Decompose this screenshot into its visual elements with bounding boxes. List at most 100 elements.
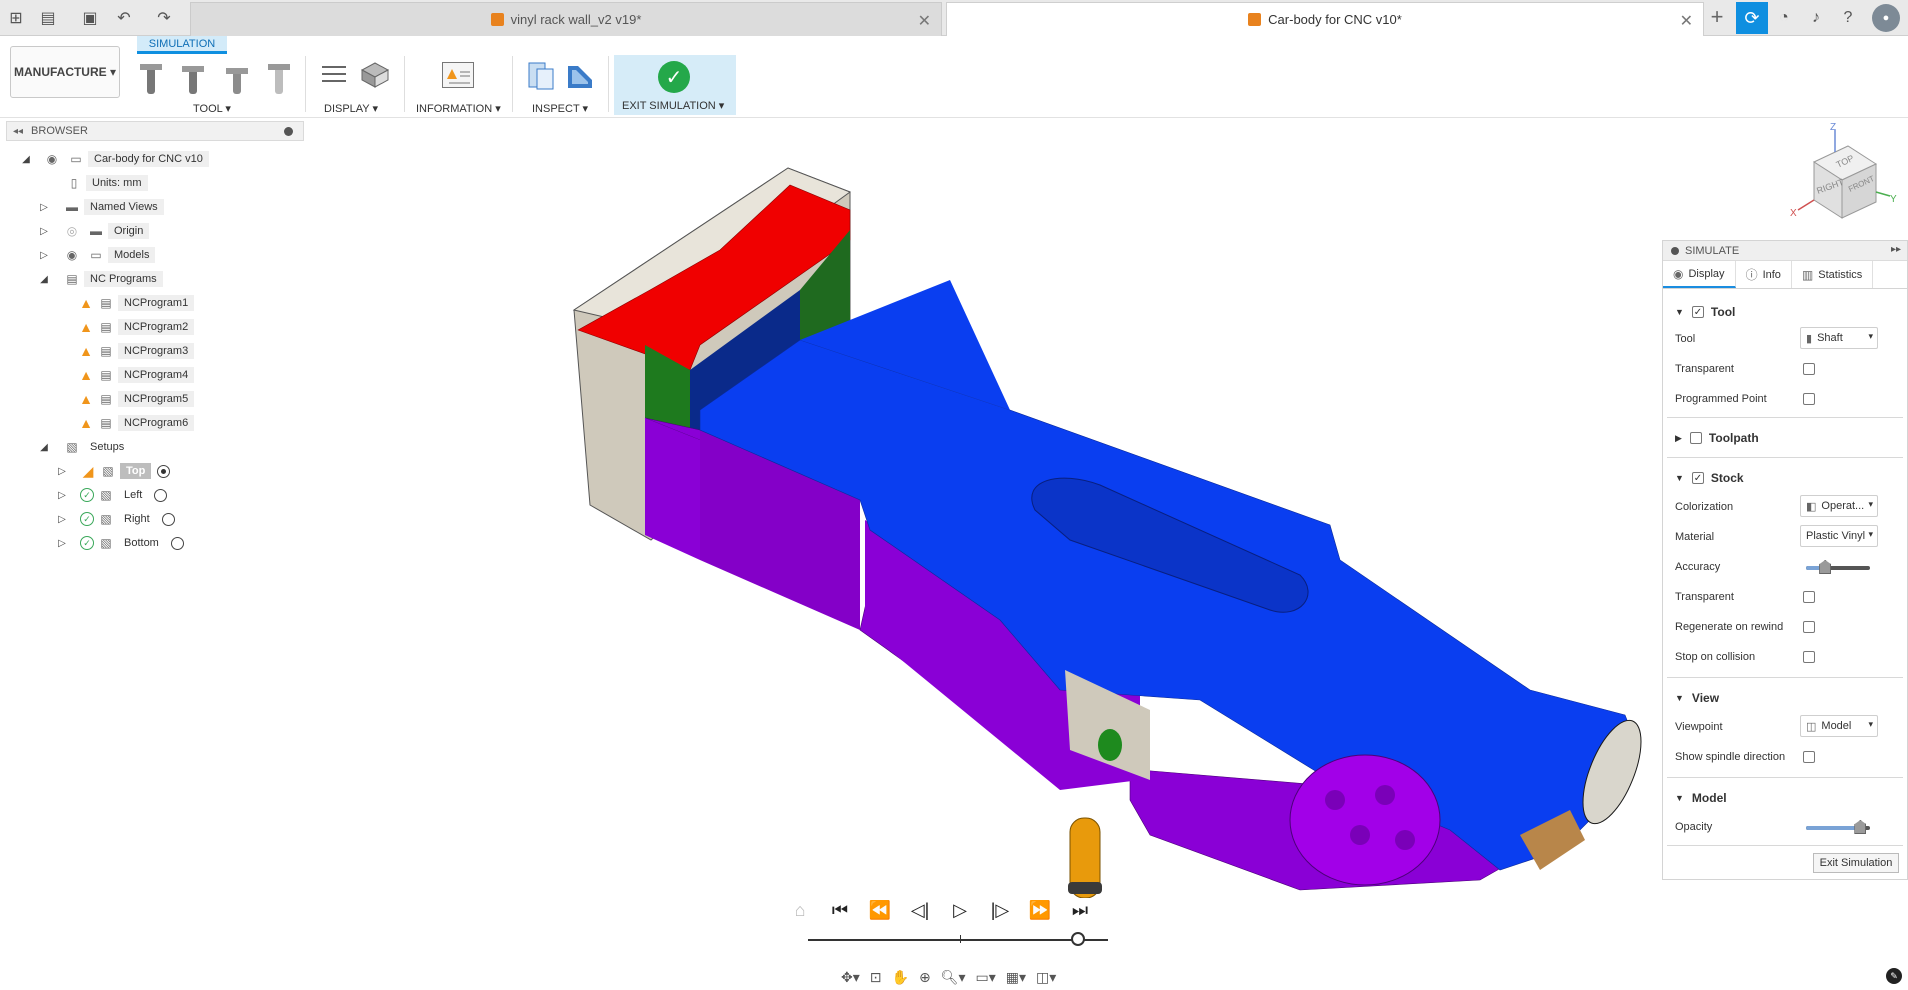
tool-holder-icon[interactable]: ⌂ [780,895,820,925]
feedback-icon[interactable]: ✎ [1886,968,1902,984]
slider-thumb[interactable] [1819,560,1832,574]
3d-viewport[interactable] [310,118,1660,899]
stock-transparent-checkbox[interactable] [1803,591,1815,603]
tree-nc-programs[interactable]: ◢ ▤ NC Programs [38,268,163,290]
list-item[interactable]: ▲ ▤ NCProgram5 [78,388,195,410]
timeline-scrubber[interactable] [1071,932,1085,946]
skip-to-end-icon[interactable]: ⏭ [1060,895,1100,925]
orbit-icon[interactable]: ✥▾ [841,969,860,986]
stock-visible-checkbox[interactable]: ✓ [1691,472,1704,484]
exit-simulation-panel-button[interactable]: Exit Simulation [1813,853,1899,873]
close-icon[interactable]: ✕ [1680,11,1693,31]
eye-hidden-icon[interactable]: ◎ [64,224,80,238]
notification-bell-icon[interactable]: ♪ [1804,6,1828,30]
collapse-left-icon[interactable]: ◂◂ [13,126,23,137]
tree-setups[interactable]: ◢ ▧ Setups [38,436,130,458]
regenerate-rewind-checkbox[interactable] [1803,621,1815,633]
list-item[interactable]: ▷ ◢ ▧ Top [56,460,171,482]
colorization-select[interactable]: ◧ Operat... ▾ [1800,495,1878,517]
display-lines-icon[interactable] [320,62,348,88]
tree-named-views[interactable]: ▷ ▬ Named Views [38,196,164,218]
apps-grid-icon[interactable]: ⊞ [4,6,28,30]
information-menu[interactable]: INFORMATION ▾ [416,102,501,115]
pan-hand-icon[interactable]: ✋ [892,969,909,986]
material-select[interactable]: Plastic Vinyl ▾ [1800,525,1878,547]
list-item[interactable]: ▲ ▤ NCProgram1 [78,292,195,314]
expand-triangle-icon[interactable]: ▷ [38,201,50,213]
flat-mill-icon[interactable] [138,58,164,94]
list-item[interactable]: ▷ ✓ ▧ Bottom [56,532,184,554]
redo-icon[interactable]: ↷ [152,6,176,30]
grid-settings-icon[interactable]: ▦▾ [1006,969,1026,986]
information-warning-icon[interactable] [442,62,474,88]
section-stock-header[interactable]: ▼ ✓ Stock [1675,471,1744,485]
section-tool-header[interactable]: ▼ ✓ Tool [1675,305,1735,319]
tree-models[interactable]: ▷ ◉ ▭ Models [38,244,156,266]
file-icon[interactable]: ▤ [36,6,60,30]
section-view-header[interactable]: ▼ View [1675,691,1719,705]
opacity-slider[interactable] [1806,820,1870,834]
expand-triangle-icon[interactable]: ▷ [56,489,68,501]
step-forward-icon[interactable]: |▷ [980,895,1020,925]
pin-icon[interactable] [284,127,293,136]
compare-icon[interactable] [564,60,596,92]
tab-car-body[interactable]: Car-body for CNC v10* ✕ [946,2,1704,36]
list-item[interactable]: ▷ ✓ ▧ Right [56,508,175,530]
tree-origin[interactable]: ▷ ◎ ▬ Origin [38,220,150,242]
pin-icon[interactable] [1671,246,1679,255]
collapse-triangle-icon[interactable]: ▼ [1675,693,1684,703]
simulation-timeline[interactable] [808,932,1108,946]
list-item[interactable]: ▷ ✓ ▧ Left [56,484,168,506]
tree-units[interactable]: ▯ Units: mm [62,172,148,194]
ball-mill-icon[interactable] [180,58,206,94]
display-stock-icon[interactable] [360,60,390,90]
viewpoint-select[interactable]: ◫ Model ▾ [1800,715,1878,737]
look-at-icon[interactable]: ⊡ [870,969,882,986]
zoom-icon[interactable]: ⊕ [919,969,931,986]
setup-radio[interactable] [161,512,175,526]
programmed-point-checkbox[interactable] [1803,393,1815,405]
expand-triangle-icon[interactable]: ▷ [56,537,68,549]
list-item[interactable]: ▲ ▤ NCProgram6 [78,412,195,434]
setup-radio[interactable] [170,536,184,550]
tool-visible-checkbox[interactable]: ✓ [1691,306,1704,318]
expand-triangle-icon[interactable]: ▶ [1675,433,1682,444]
exit-simulation-menu[interactable]: EXIT SIMULATION ▾ [622,99,724,112]
expand-triangle-icon[interactable]: ▷ [56,513,68,525]
shaft-tool-icon[interactable] [266,58,292,94]
list-item[interactable]: ▲ ▤ NCProgram2 [78,316,195,338]
undo-icon[interactable]: ↶ [112,6,136,30]
expand-triangle-icon[interactable]: ▷ [56,465,68,477]
section-analysis-icon[interactable] [526,60,556,92]
close-icon[interactable]: ✕ [918,11,931,31]
viewcube[interactable]: TOP RIGHT FRONT Z X Y [1790,122,1900,232]
step-back-icon[interactable]: ◁| [900,895,940,925]
taper-mill-icon[interactable] [224,58,250,94]
collapse-triangle-icon[interactable]: ◢ [38,273,50,285]
exit-simulation-button[interactable]: ✓ EXIT SIMULATION ▾ [614,55,736,115]
tab-simulation[interactable]: SIMULATION [137,36,227,54]
spindle-direction-checkbox[interactable] [1803,751,1815,763]
list-item[interactable]: ▲ ▤ NCProgram3 [78,340,195,362]
eye-icon[interactable]: ◉ [44,152,60,166]
previous-operation-icon[interactable]: ⏪ [860,895,900,925]
expand-triangle-icon[interactable]: ▷ [38,225,50,237]
section-toolpath-header[interactable]: ▶ Toolpath [1675,431,1759,445]
viewports-icon[interactable]: ◫▾ [1036,969,1056,986]
section-model-header[interactable]: ▼ Model [1675,791,1727,805]
tool-type-select[interactable]: ▮ Shaft ▾ [1800,327,1878,349]
collapse-triangle-icon[interactable]: ▼ [1675,473,1684,483]
save-icon[interactable]: ▣ [78,6,102,30]
play-icon[interactable]: ▷ [940,895,980,925]
toolpath-visible-checkbox[interactable] [1689,432,1702,444]
avatar[interactable]: ● [1872,4,1900,32]
sync-icon[interactable]: ⟳ [1736,2,1768,34]
accuracy-slider[interactable] [1806,560,1870,574]
tab-display[interactable]: ◉ Display [1663,261,1736,288]
job-status-icon[interactable]: ◔ [1772,6,1796,30]
skip-to-start-icon[interactable]: ⏮ [820,895,860,925]
stop-collision-checkbox[interactable] [1803,651,1815,663]
collapse-triangle-icon[interactable]: ◢ [20,153,32,165]
help-icon[interactable]: ? [1836,6,1860,30]
inspect-menu[interactable]: INSPECT ▾ [532,102,588,115]
